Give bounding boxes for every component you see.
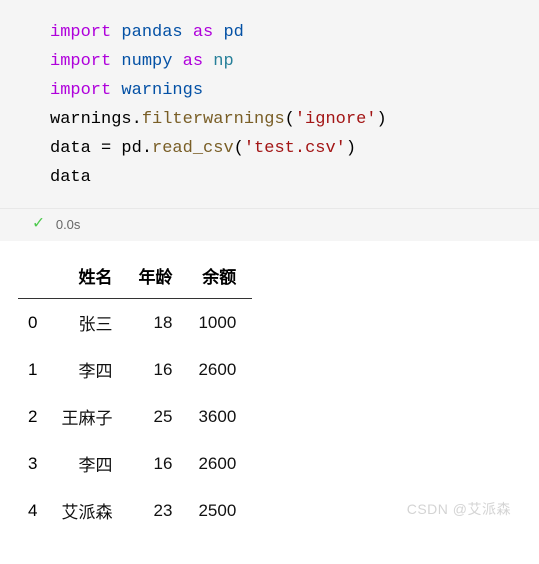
variable-name: data bbox=[50, 139, 91, 158]
row-index: 2 bbox=[18, 393, 51, 440]
code-line-5: data = pd.read_csv('test.csv') bbox=[50, 134, 529, 163]
row-index: 0 bbox=[18, 299, 51, 347]
object-name: warnings bbox=[50, 110, 132, 129]
table-row: 0 张三 18 1000 bbox=[18, 299, 252, 347]
cell: 2600 bbox=[188, 346, 252, 393]
cell: 李四 bbox=[51, 440, 128, 487]
code-line-1: import pandas as pd bbox=[50, 18, 529, 47]
table-row: 4 艾派森 23 2500 bbox=[18, 487, 252, 534]
keyword-import: import bbox=[50, 81, 111, 100]
code-line-6: data bbox=[50, 163, 529, 192]
index-header bbox=[18, 253, 51, 299]
module-name: pandas bbox=[121, 23, 182, 42]
cell: 16 bbox=[128, 346, 188, 393]
code-line-4: warnings.filterwarnings('ignore') bbox=[50, 105, 529, 134]
cell: 张三 bbox=[51, 299, 128, 347]
keyword-import: import bbox=[50, 52, 111, 71]
table-row: 3 李四 16 2600 bbox=[18, 440, 252, 487]
dataframe-output: 姓名 年龄 余额 0 张三 18 1000 1 李四 16 2600 2 王麻子… bbox=[18, 253, 252, 534]
expression: data bbox=[50, 168, 91, 187]
cell: 2600 bbox=[188, 440, 252, 487]
code-cell[interactable]: import pandas as pd import numpy as np i… bbox=[0, 0, 539, 208]
string-literal: 'test.csv' bbox=[244, 139, 346, 158]
cell: 艾派森 bbox=[51, 487, 128, 534]
code-line-2: import numpy as np bbox=[50, 47, 529, 76]
row-index: 4 bbox=[18, 487, 51, 534]
keyword-import: import bbox=[50, 23, 111, 42]
cell: 25 bbox=[128, 393, 188, 440]
cell: 李四 bbox=[51, 346, 128, 393]
column-header: 余额 bbox=[188, 253, 252, 299]
function-name: filterwarnings bbox=[142, 110, 285, 129]
watermark: CSDN @艾派森 bbox=[407, 499, 511, 519]
alias-name: pd bbox=[223, 23, 243, 42]
cell: 1000 bbox=[188, 299, 252, 347]
keyword-as: as bbox=[193, 23, 213, 42]
cell: 18 bbox=[128, 299, 188, 347]
module-name: warnings bbox=[121, 81, 203, 100]
table-row: 1 李四 16 2600 bbox=[18, 346, 252, 393]
success-check-icon: ✓ bbox=[33, 215, 44, 233]
row-index: 1 bbox=[18, 346, 51, 393]
table-header-row: 姓名 年龄 余额 bbox=[18, 253, 252, 299]
alias-name: np bbox=[213, 52, 233, 71]
function-name: read_csv bbox=[152, 139, 234, 158]
column-header: 年龄 bbox=[128, 253, 188, 299]
module-name: numpy bbox=[121, 52, 172, 71]
cell: 王麻子 bbox=[51, 393, 128, 440]
execution-status-bar: ✓ 0.0s bbox=[0, 208, 539, 241]
cell: 23 bbox=[128, 487, 188, 534]
cell: 16 bbox=[128, 440, 188, 487]
table-row: 2 王麻子 25 3600 bbox=[18, 393, 252, 440]
object-name: pd bbox=[121, 139, 141, 158]
execution-time: 0.0s bbox=[56, 217, 81, 232]
code-line-3: import warnings bbox=[50, 76, 529, 105]
string-literal: 'ignore' bbox=[295, 110, 377, 129]
column-header: 姓名 bbox=[51, 253, 128, 299]
row-index: 3 bbox=[18, 440, 51, 487]
keyword-as: as bbox=[183, 52, 203, 71]
cell: 3600 bbox=[188, 393, 252, 440]
cell: 2500 bbox=[188, 487, 252, 534]
